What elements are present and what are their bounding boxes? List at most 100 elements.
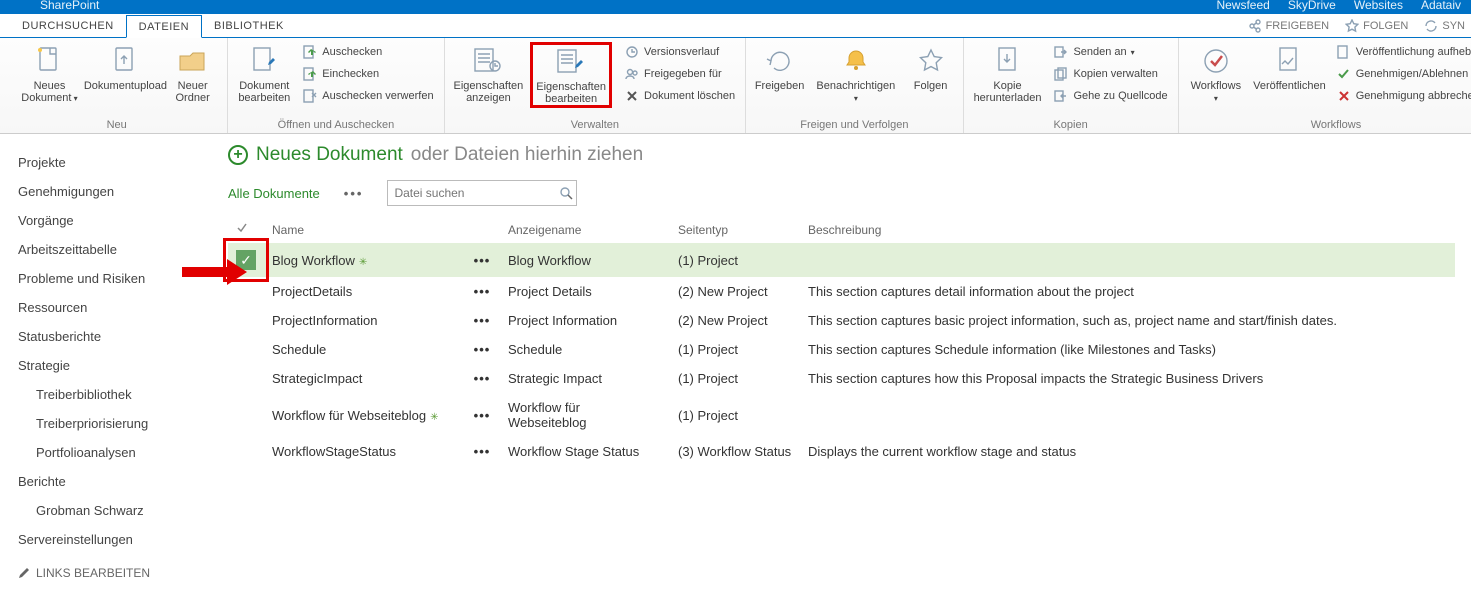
cell-name[interactable]: StrategicImpact bbox=[264, 364, 464, 393]
go-to-source-button[interactable]: Gehe zu Quellcode bbox=[1049, 86, 1171, 106]
nav-treiberbib[interactable]: Treiberbibliothek bbox=[18, 380, 216, 409]
table-row[interactable]: Schedule•••Schedule(1) ProjectThis secti… bbox=[228, 335, 1455, 364]
pencil-icon bbox=[18, 567, 30, 579]
btn-label: Benachrichtigen bbox=[816, 80, 895, 92]
nav-grobman[interactable]: Grobman Schwarz bbox=[18, 496, 216, 525]
drag-hint: oder Dateien hierhin ziehen bbox=[411, 144, 643, 166]
new-document-button[interactable]: Neues Dokument ▾ bbox=[12, 42, 87, 106]
cell-name[interactable]: ProjectInformation bbox=[264, 306, 464, 335]
btn-label: Freigegeben für bbox=[644, 68, 722, 80]
table-row[interactable]: ProjectInformation•••Project Information… bbox=[228, 306, 1455, 335]
row-menu-ellipsis[interactable]: ••• bbox=[464, 277, 500, 306]
row-menu-ellipsis[interactable]: ••• bbox=[464, 306, 500, 335]
tab-durchsuchen[interactable]: DURCHSUCHEN bbox=[10, 14, 126, 37]
download-copy-button[interactable]: Kopie herunterladen bbox=[970, 42, 1046, 106]
suite-link-websites[interactable]: Websites bbox=[1354, 0, 1403, 12]
share-button[interactable]: Freigeben bbox=[752, 42, 807, 94]
view-properties-button[interactable]: Eigenschaften anzeigen bbox=[451, 42, 527, 106]
row-checkbox[interactable] bbox=[228, 335, 264, 364]
ribbon-group-copies: Kopie herunterladen Senden an ▾ Kopien v… bbox=[964, 38, 1179, 133]
upload-document-button[interactable]: Dokumentupload bbox=[91, 42, 160, 94]
cell-name[interactable]: Workflow für Webseiteblog✳ bbox=[264, 393, 464, 437]
tab-dateien[interactable]: DATEIEN bbox=[126, 15, 202, 38]
row-checkbox[interactable] bbox=[228, 393, 264, 437]
publish-button[interactable]: Veröffentlichen bbox=[1251, 42, 1328, 94]
new-document-link[interactable]: Neues Dokument bbox=[256, 144, 403, 166]
cell-pagetype: (1) Project bbox=[670, 243, 800, 277]
shared-with-button[interactable]: Freigegeben für bbox=[620, 64, 739, 84]
approve-icon bbox=[1336, 66, 1352, 82]
btn-label: Dokumentupload bbox=[84, 80, 167, 92]
manage-copies-button[interactable]: Kopien verwalten bbox=[1049, 64, 1171, 84]
cell-displayname: Strategic Impact bbox=[500, 364, 670, 393]
cell-name[interactable]: Blog Workflow✳ bbox=[264, 243, 464, 277]
new-folder-button[interactable]: Neuer Ordner bbox=[164, 42, 221, 106]
btn-label: Freigeben bbox=[755, 80, 805, 92]
check-in-button[interactable]: Einchecken bbox=[298, 64, 437, 84]
cell-displayname: Workflow für Webseiteblog bbox=[500, 393, 670, 437]
alert-button[interactable]: Benachrichtigen ▾ bbox=[811, 42, 900, 106]
search-input[interactable] bbox=[388, 181, 555, 205]
row-menu-ellipsis[interactable]: ••• bbox=[464, 393, 500, 437]
send-to-button[interactable]: Senden an ▾ bbox=[1049, 42, 1171, 62]
nav-status[interactable]: Statusberichte bbox=[18, 322, 216, 351]
nav-genehmigungen[interactable]: Genehmigungen bbox=[18, 177, 216, 206]
nav-portfolio[interactable]: Portfolioanalysen bbox=[18, 438, 216, 467]
row-checkbox[interactable] bbox=[228, 437, 264, 466]
cell-displayname: Blog Workflow bbox=[500, 243, 670, 277]
discard-checkout-button[interactable]: Auschecken verwerfen bbox=[298, 86, 437, 106]
row-checkbox[interactable] bbox=[228, 364, 264, 393]
search-button[interactable] bbox=[555, 181, 576, 205]
table-row[interactable]: ProjectDetails•••Project Details(2) New … bbox=[228, 277, 1455, 306]
action-freigeben[interactable]: FREIGEBEN bbox=[1248, 19, 1330, 33]
suite-user-label[interactable]: Adataiv bbox=[1421, 0, 1461, 12]
approve-reject-button[interactable]: Genehmigen/Ablehnen bbox=[1332, 64, 1471, 84]
send-icon bbox=[1053, 44, 1069, 60]
nav-strategie[interactable]: Strategie bbox=[18, 351, 216, 380]
nav-server[interactable]: Servereinstellungen bbox=[18, 525, 216, 554]
nav-berichte[interactable]: Berichte bbox=[18, 467, 216, 496]
cancel-approval-button[interactable]: Genehmigung abbrechen bbox=[1332, 86, 1471, 106]
col-display[interactable]: Anzeigename bbox=[500, 216, 670, 243]
delete-document-button[interactable]: Dokument löschen bbox=[620, 86, 739, 106]
row-checkbox[interactable] bbox=[228, 306, 264, 335]
workflow-icon bbox=[1199, 44, 1233, 78]
edit-document-button[interactable]: Dokument bearbeiten bbox=[234, 42, 294, 106]
share-circle-icon bbox=[763, 44, 797, 78]
row-menu-ellipsis[interactable]: ••• bbox=[464, 437, 500, 466]
edit-links-button[interactable]: LINKS BEARBEITEN bbox=[18, 566, 216, 580]
workflows-button[interactable]: Workflows ▾ bbox=[1185, 42, 1247, 106]
col-name[interactable]: Name bbox=[264, 216, 464, 243]
tab-bibliothek[interactable]: BIBLIOTHEK bbox=[202, 14, 296, 37]
version-history-button[interactable]: Versionsverlauf bbox=[620, 42, 739, 62]
suite-link-skydrive[interactable]: SkyDrive bbox=[1288, 0, 1336, 12]
row-menu-ellipsis[interactable]: ••• bbox=[464, 243, 500, 277]
nav-projekte[interactable]: Projekte bbox=[18, 148, 216, 177]
nav-ressourcen[interactable]: Ressourcen bbox=[18, 293, 216, 322]
plus-icon[interactable]: + bbox=[228, 145, 248, 165]
nav-treiberprio[interactable]: Treiberpriorisierung bbox=[18, 409, 216, 438]
row-menu-ellipsis[interactable]: ••• bbox=[464, 335, 500, 364]
table-row[interactable]: Workflow für Webseiteblog✳•••Workflow fü… bbox=[228, 393, 1455, 437]
col-description[interactable]: Beschreibung bbox=[800, 216, 1455, 243]
suite-link-newsfeed[interactable]: Newsfeed bbox=[1216, 0, 1269, 12]
col-pagetype[interactable]: Seitentyp bbox=[670, 216, 800, 243]
cell-name[interactable]: ProjectDetails bbox=[264, 277, 464, 306]
cell-description: This section captures basic project info… bbox=[800, 306, 1455, 335]
view-name[interactable]: Alle Dokumente bbox=[228, 186, 320, 201]
cell-name[interactable]: WorkflowStageStatus bbox=[264, 437, 464, 466]
table-row[interactable]: ✓Blog Workflow✳•••Blog Workflow(1) Proje… bbox=[228, 243, 1455, 277]
check-out-button[interactable]: Auschecken bbox=[298, 42, 437, 62]
col-check[interactable] bbox=[228, 216, 264, 243]
nav-vorgaenge[interactable]: Vorgänge bbox=[18, 206, 216, 235]
view-menu-ellipsis[interactable]: ••• bbox=[344, 186, 364, 201]
action-sync[interactable]: SYN bbox=[1424, 19, 1465, 33]
row-menu-ellipsis[interactable]: ••• bbox=[464, 364, 500, 393]
follow-button[interactable]: Folgen bbox=[905, 42, 957, 94]
cell-name[interactable]: Schedule bbox=[264, 335, 464, 364]
unpublish-button[interactable]: Veröffentlichung aufheben bbox=[1332, 42, 1471, 62]
table-row[interactable]: StrategicImpact•••Strategic Impact(1) Pr… bbox=[228, 364, 1455, 393]
edit-properties-button[interactable]: Eigenschaften bearbeiten bbox=[530, 42, 612, 108]
action-folgen[interactable]: FOLGEN bbox=[1345, 19, 1408, 33]
table-row[interactable]: WorkflowStageStatus•••Workflow Stage Sta… bbox=[228, 437, 1455, 466]
